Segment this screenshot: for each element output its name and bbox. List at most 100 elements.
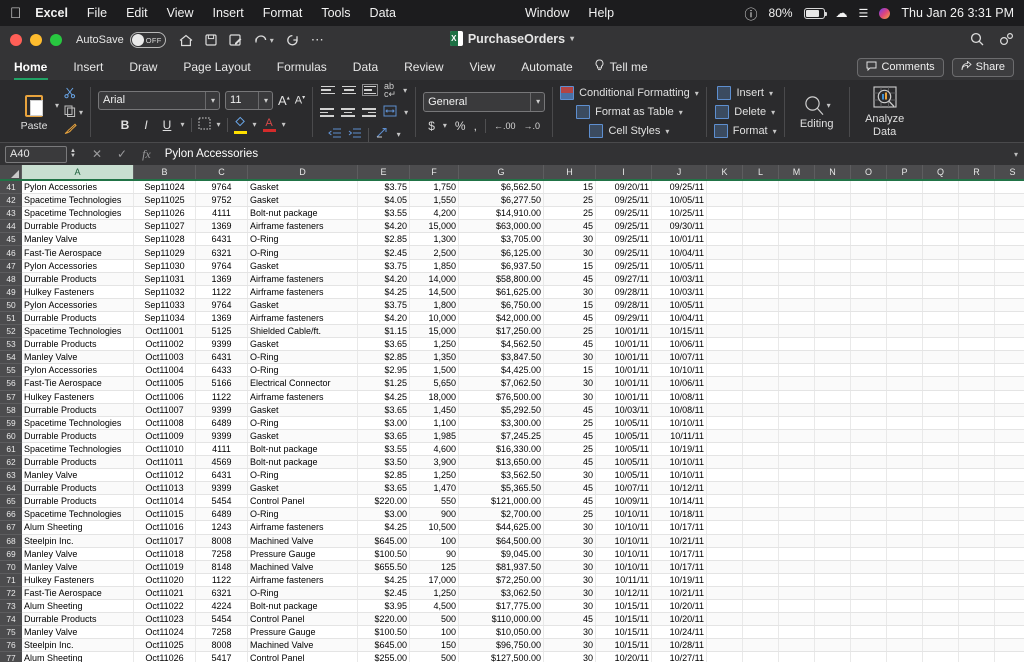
- cell-B56[interactable]: Oct11005: [134, 377, 196, 390]
- cell-I66[interactable]: 10/10/11: [596, 508, 652, 521]
- cell-L70[interactable]: [743, 560, 779, 573]
- cell-S73[interactable]: [995, 600, 1024, 612]
- cell-N75[interactable]: [815, 626, 851, 639]
- cell-G59[interactable]: $3,300.00: [459, 416, 544, 429]
- cell-D55[interactable]: O-Ring: [248, 364, 358, 377]
- cell-N56[interactable]: [815, 377, 851, 390]
- cell-J72[interactable]: 10/21/11: [652, 586, 707, 599]
- cell-P48[interactable]: [887, 272, 923, 285]
- column-header-k[interactable]: K: [707, 165, 743, 179]
- cell-A49[interactable]: Hulkey Fasteners: [22, 285, 134, 298]
- cell-E70[interactable]: $655.50: [358, 560, 410, 573]
- cell-F67[interactable]: 10,500: [410, 521, 459, 534]
- cell-O61[interactable]: [851, 442, 887, 455]
- cell-P65[interactable]: [887, 495, 923, 508]
- column-header-j[interactable]: J: [652, 165, 707, 179]
- menu-item-file[interactable]: File: [87, 6, 107, 20]
- cell-P75[interactable]: [887, 626, 923, 639]
- orientation-button[interactable]: [376, 127, 390, 142]
- cell-L59[interactable]: [743, 416, 779, 429]
- cell-B69[interactable]: Oct11018: [134, 547, 196, 560]
- cell-R45[interactable]: [959, 233, 995, 246]
- row-header-46[interactable]: 46: [0, 246, 22, 260]
- column-header-i[interactable]: I: [596, 165, 652, 179]
- cell-G71[interactable]: $72,250.00: [459, 573, 544, 586]
- cell-H74[interactable]: 45: [544, 613, 596, 626]
- cell-Q77[interactable]: [923, 652, 959, 662]
- cell-Q76[interactable]: [923, 639, 959, 652]
- wifi-icon[interactable]: ☁: [836, 6, 848, 20]
- cell-A66[interactable]: Spacetime Technologies: [22, 508, 134, 521]
- cell-F50[interactable]: 1,800: [410, 298, 459, 311]
- cell-L68[interactable]: [743, 534, 779, 547]
- cell-I46[interactable]: 09/25/11: [596, 246, 652, 259]
- cell-N61[interactable]: [815, 442, 851, 455]
- cell-K52[interactable]: [707, 325, 743, 338]
- table-row[interactable]: Manley Valve Oct11019 8148 Machined Valve $6…: [22, 560, 1024, 574]
- column-header-s[interactable]: S: [995, 165, 1024, 179]
- siri-icon[interactable]: [879, 7, 891, 19]
- cell-J61[interactable]: 10/19/11: [652, 442, 707, 455]
- cell-I52[interactable]: 10/01/11: [596, 325, 652, 338]
- cell-J59[interactable]: 10/10/11: [652, 416, 707, 429]
- cell-M65[interactable]: [779, 495, 815, 508]
- cell-K74[interactable]: [707, 613, 743, 626]
- cell-G65[interactable]: $121,000.00: [459, 495, 544, 508]
- table-row[interactable]: Alum Sheeting Oct11026 5417 Control Panel $2…: [22, 652, 1024, 662]
- cell-J41[interactable]: 09/25/11: [652, 181, 707, 194]
- menubar-clock[interactable]: Thu Jan 26 3:31 PM: [901, 6, 1014, 20]
- cell-E75[interactable]: $100.50: [358, 626, 410, 639]
- cell-J58[interactable]: 10/08/11: [652, 403, 707, 416]
- column-header-b[interactable]: B: [134, 165, 196, 179]
- currency-format-button[interactable]: $: [428, 119, 435, 133]
- cell-F76[interactable]: 150: [410, 639, 459, 652]
- cell-L66[interactable]: [743, 508, 779, 521]
- cell-M50[interactable]: [779, 298, 815, 311]
- cell-F62[interactable]: 3,900: [410, 455, 459, 469]
- cell-Q56[interactable]: [923, 377, 959, 390]
- cell-L65[interactable]: [743, 495, 779, 508]
- cell-K75[interactable]: [707, 626, 743, 639]
- cell-P55[interactable]: [887, 364, 923, 377]
- home-icon[interactable]: [179, 34, 193, 47]
- cell-M64[interactable]: [779, 482, 815, 495]
- cell-K76[interactable]: [707, 639, 743, 652]
- cell-C45[interactable]: 6431: [196, 233, 248, 246]
- cell-N50[interactable]: [815, 298, 851, 311]
- cell-Q66[interactable]: [923, 508, 959, 521]
- cell-H48[interactable]: 45: [544, 272, 596, 285]
- table-row[interactable]: Alum Sheeting Oct11022 4224 Bolt-nut packag…: [22, 600, 1024, 614]
- save-icon[interactable]: [205, 34, 217, 46]
- cell-K69[interactable]: [707, 547, 743, 560]
- cell-G51[interactable]: $42,000.00: [459, 311, 544, 325]
- undo-icon[interactable]: ▾: [254, 34, 274, 46]
- cell-D66[interactable]: O-Ring: [248, 508, 358, 521]
- cell-B75[interactable]: Oct11024: [134, 626, 196, 639]
- share-button[interactable]: Share: [951, 57, 1014, 77]
- cell-L60[interactable]: [743, 429, 779, 442]
- merge-cells-button[interactable]: [383, 105, 397, 120]
- cell-A72[interactable]: Fast-Tie Aerospace: [22, 586, 134, 599]
- decrease-decimal-button[interactable]: →.0: [523, 121, 540, 131]
- cell-P61[interactable]: [887, 442, 923, 455]
- cell-D41[interactable]: Gasket: [248, 181, 358, 194]
- cell-J69[interactable]: 10/17/11: [652, 547, 707, 560]
- column-header-l[interactable]: L: [743, 165, 779, 179]
- cell-D74[interactable]: Control Panel: [248, 613, 358, 626]
- cell-H41[interactable]: 15: [544, 181, 596, 194]
- cell-H50[interactable]: 15: [544, 298, 596, 311]
- cell-B70[interactable]: Oct11019: [134, 560, 196, 573]
- cell-Q61[interactable]: [923, 442, 959, 455]
- cell-D65[interactable]: Control Panel: [248, 495, 358, 508]
- cell-O48[interactable]: [851, 272, 887, 285]
- cell-E56[interactable]: $1.25: [358, 377, 410, 390]
- cell-R77[interactable]: [959, 652, 995, 662]
- cell-B41[interactable]: Sep11024: [134, 181, 196, 194]
- cell-L41[interactable]: [743, 181, 779, 194]
- cell-N74[interactable]: [815, 613, 851, 626]
- bold-button[interactable]: B: [118, 118, 133, 132]
- cell-C76[interactable]: 8008: [196, 639, 248, 652]
- cell-A43[interactable]: Spacetime Technologies: [22, 207, 134, 220]
- row-header-60[interactable]: 60: [0, 430, 22, 443]
- paste-chevron-down-icon[interactable]: ▾: [55, 101, 59, 110]
